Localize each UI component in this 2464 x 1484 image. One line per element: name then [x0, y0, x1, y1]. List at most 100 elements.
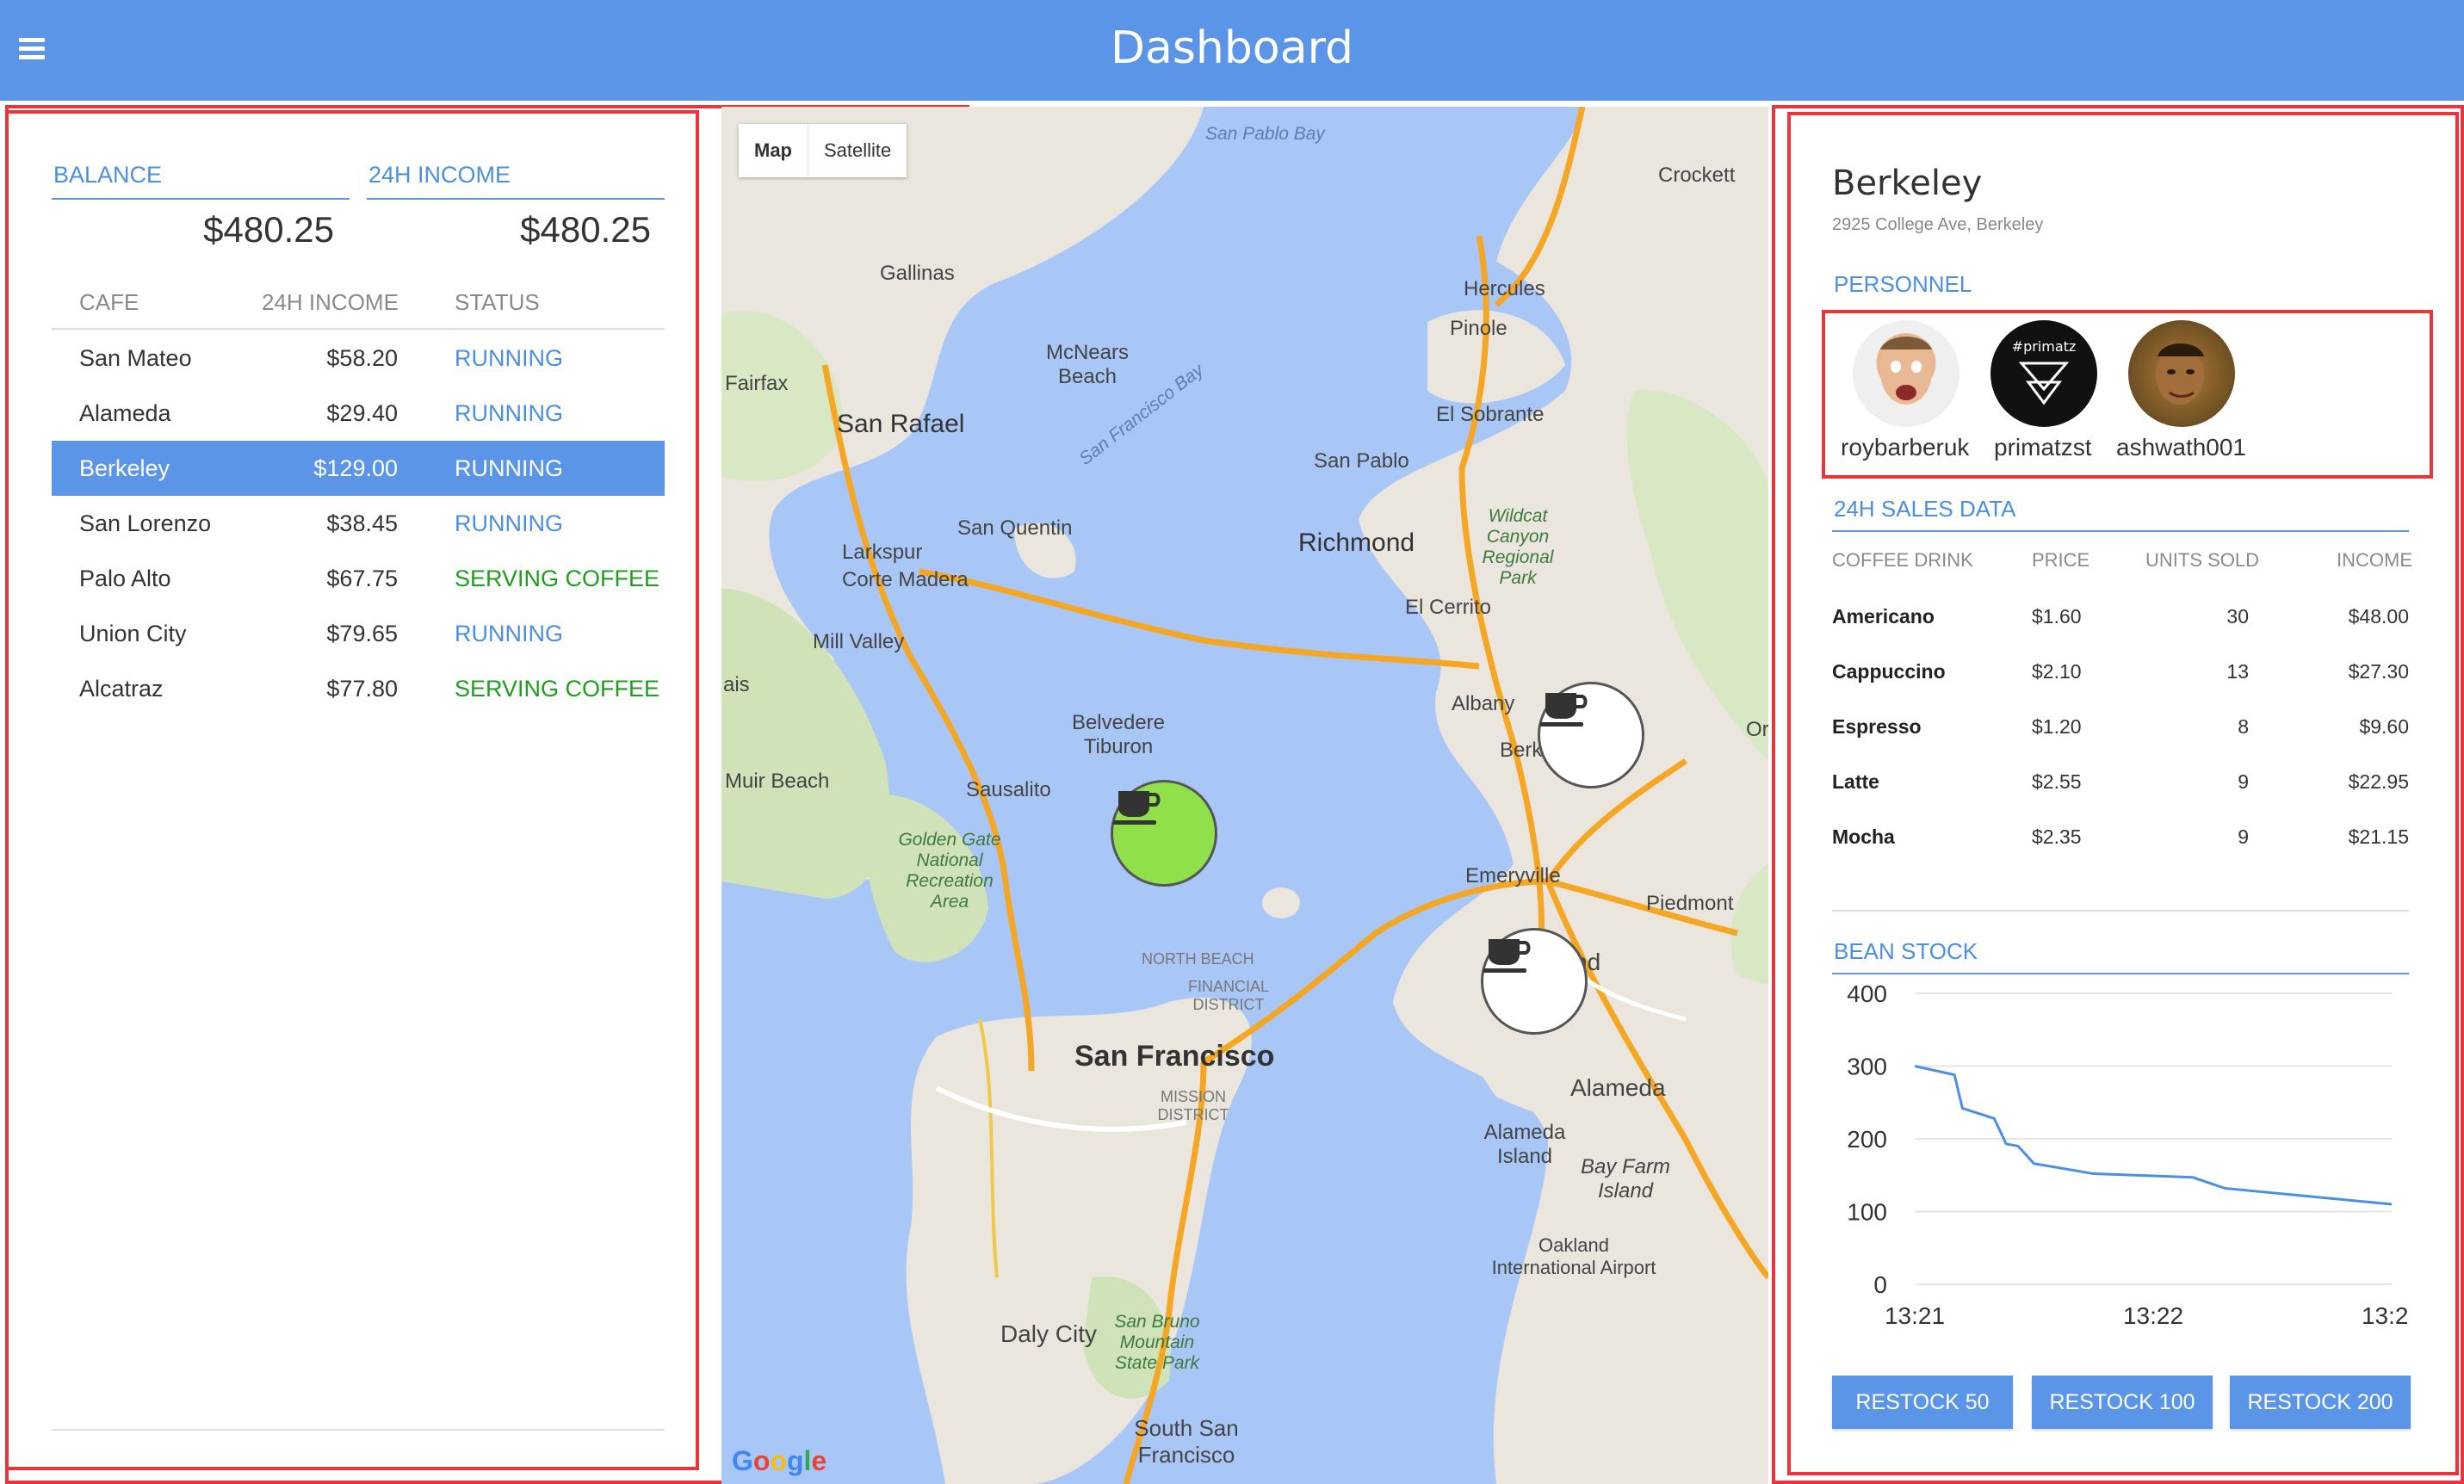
cafe-detail-title: Berkeley	[1832, 164, 1983, 203]
table-row[interactable]: Union City $79.65 RUNNING	[52, 606, 665, 661]
y-tick-label: 100	[1847, 1199, 1887, 1226]
cafe-income: $38.45	[326, 510, 398, 536]
x-tick-label: 13:23	[2362, 1302, 2409, 1329]
map-type-satellite-button[interactable]: Satellite	[808, 124, 907, 177]
map-label: Fairfax	[725, 372, 789, 395]
map-label: Oakland International Airport	[1491, 1234, 1656, 1278]
panel-bottom-divider	[52, 1429, 665, 1431]
map-marker-berkeley[interactable]	[1538, 682, 1644, 788]
map-label: Berk	[1500, 739, 1543, 762]
map-label: Belvedere Tiburon	[1071, 711, 1166, 758]
map-label: Golden Gate National Recreation Area	[898, 830, 1001, 912]
personnel-title: PERSONNEL	[1834, 271, 1972, 297]
coffee-cup-icon	[1540, 693, 1588, 727]
map-label: Gallinas	[880, 262, 955, 285]
sales-price: $1.60	[2032, 605, 2082, 628]
restock-200-button[interactable]: RESTOCK 200	[2230, 1376, 2411, 1429]
y-tick-label: 400	[1847, 980, 1887, 1007]
table-row[interactable]: San Lorenzo $38.45 RUNNING	[52, 496, 665, 551]
avatar[interactable]: #primatz	[1990, 320, 2097, 427]
map-label: FINANCIAL DISTRICT	[1187, 978, 1270, 1013]
map-view[interactable]: Map Satellite San Pablo Bay Crockett Gal…	[721, 107, 1768, 1484]
sales-price: $2.35	[2032, 825, 2082, 848]
sales-income: $48.00	[2348, 605, 2409, 628]
column-header-income: 24H INCOME	[262, 289, 399, 315]
cafe-name: Alameda	[79, 400, 171, 426]
table-row[interactable]: San Mateo $58.20 RUNNING	[52, 331, 665, 386]
sales-income: $22.95	[2348, 770, 2409, 793]
bean-stock-chart: 0 100 200 300 400 13:21 13:22 13:23	[1847, 980, 2409, 1329]
cafe-status: RUNNING	[455, 400, 563, 426]
cafe-status: SERVING COFFEE	[455, 676, 660, 702]
y-tick-label: 0	[1873, 1271, 1887, 1298]
sales-drink: Cappuccino	[1832, 660, 1946, 683]
sales-units: 13	[2226, 660, 2249, 683]
avatar[interactable]	[2128, 320, 2235, 427]
map-label: South San Francisco	[1134, 1415, 1239, 1468]
map-type-toggle[interactable]: Map Satellite	[739, 124, 907, 177]
income-value: $480.25	[520, 209, 651, 250]
map-label: Albany	[1452, 692, 1515, 715]
sales-income: $9.60	[2359, 715, 2409, 738]
map-label: San Quentin	[957, 516, 1073, 540]
sales-units: 30	[2226, 605, 2249, 628]
cafe-income: $58.20	[326, 345, 398, 371]
cafe-name: Palo Alto	[79, 566, 171, 591]
table-row[interactable]: Alameda $29.40 RUNNING	[52, 386, 665, 441]
coffee-cup-icon	[1113, 791, 1161, 825]
avatar[interactable]	[1853, 320, 1959, 427]
cafe-income: $67.75	[326, 566, 398, 591]
map-marker-alameda[interactable]	[1481, 928, 1588, 1035]
sales-income: $27.30	[2348, 660, 2409, 683]
sales-units: 8	[2238, 715, 2249, 738]
map-label: Pinole	[1450, 317, 1507, 340]
map-label: Alameda	[1570, 1074, 1666, 1101]
map-label: Muir Beach	[725, 770, 830, 793]
bean-stock-title: BEAN STOCK	[1834, 938, 1978, 964]
column-header-status: STATUS	[455, 289, 540, 315]
table-row[interactable]: Alcatraz $77.80 SERVING COFFEE	[52, 661, 665, 716]
cafe-name: San Lorenzo	[79, 510, 212, 536]
map-label: San Francisco	[1074, 1040, 1275, 1073]
restock-100-button[interactable]: RESTOCK 100	[2032, 1376, 2213, 1429]
sales-price: $2.10	[2032, 660, 2082, 683]
map-label: Corte Madera	[842, 568, 969, 591]
table-row-selected[interactable]: Berkeley $129.00 RUNNING	[52, 441, 665, 496]
balance-label: BALANCE	[53, 162, 163, 188]
app-header: Dashboard	[0, 0, 2464, 101]
cafe-detail-address: 2925 College Ave, Berkeley	[1832, 215, 2044, 234]
map-label: Bay Farm Island	[1580, 1155, 1670, 1203]
income-underline	[367, 198, 665, 200]
sales-divider	[1832, 910, 2409, 912]
map-label: San Pablo	[1314, 449, 1409, 473]
map-label: El Cerrito	[1405, 596, 1492, 619]
page-title: Dashboard	[1110, 22, 1354, 74]
map-label: ais	[723, 673, 750, 696]
map-label: San Bruno Mountain State Park	[1114, 1312, 1200, 1373]
map-label: Emeryville	[1465, 864, 1561, 887]
income-label: 24H INCOME	[368, 162, 511, 188]
y-tick-label: 300	[1847, 1054, 1887, 1080]
map-type-map-button[interactable]: Map	[739, 124, 808, 177]
balance-value: $480.25	[203, 209, 334, 250]
cafe-income: $79.65	[326, 621, 398, 646]
cafe-status: RUNNING	[455, 621, 563, 646]
personnel-name: ashwath001	[2116, 434, 2247, 461]
sales-units: 9	[2238, 770, 2249, 793]
cafe-income: $29.40	[326, 400, 398, 426]
cafe-name: Berkeley	[79, 455, 170, 481]
map-label: San Pablo Bay	[1205, 124, 1325, 144]
map-marker-alcatraz[interactable]	[1111, 780, 1217, 887]
coffee-cup-icon	[1483, 939, 1531, 973]
map-label: Alameda Island	[1483, 1121, 1566, 1168]
avatar-logo-text: #primatz	[2012, 338, 2077, 355]
restock-50-button[interactable]: RESTOCK 50	[1832, 1376, 2013, 1429]
cafe-name: Union City	[79, 621, 187, 646]
x-tick-label: 13:21	[1885, 1302, 1945, 1329]
series-line	[1914, 1065, 2393, 1206]
balance-underline	[52, 198, 350, 200]
table-row[interactable]: Palo Alto $67.75 SERVING COFFEE	[52, 551, 665, 606]
cafe-name: San Mateo	[79, 345, 192, 371]
sales-income: $21.15	[2348, 825, 2409, 848]
map-label: MISSION DISTRICT	[1157, 1088, 1229, 1123]
